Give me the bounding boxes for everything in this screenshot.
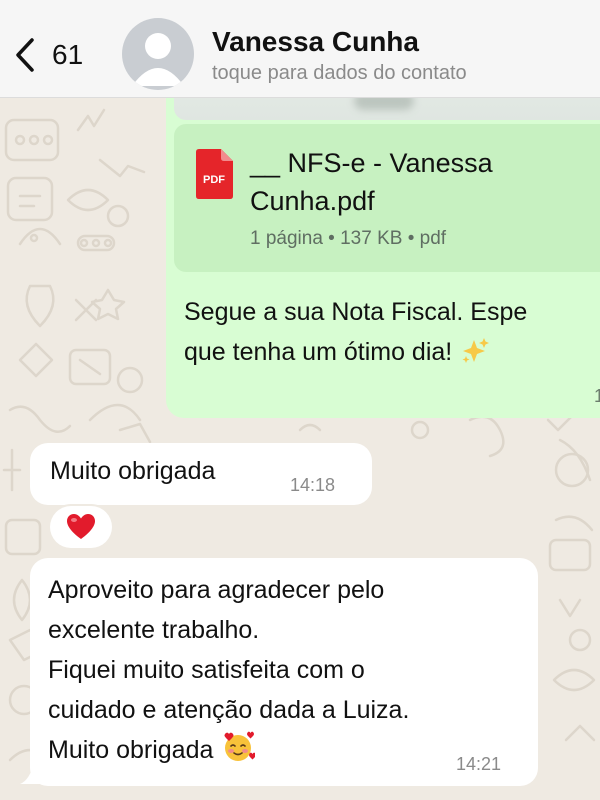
red-heart-emoji <box>67 514 95 539</box>
contact-name[interactable]: Vanessa Cunha <box>212 26 419 58</box>
outgoing-message-bubble[interactable]: PDF __ NFS-e - Vanessa Cunha.pdf 1 págin… <box>166 60 600 418</box>
svg-text:PDF: PDF <box>203 174 225 186</box>
message-time: 1 <box>594 386 600 406</box>
smiling-face-with-hearts-emoji <box>224 731 256 761</box>
pdf-attachment[interactable]: PDF __ NFS-e - Vanessa Cunha.pdf 1 págin… <box>174 124 600 272</box>
pdf-file-icon: PDF <box>196 149 233 199</box>
back-button[interactable]: 61 <box>14 34 83 76</box>
chat-header: 61 Vanessa Cunha toque para dados do con… <box>0 0 600 98</box>
incoming-message-bubble[interactable]: Aproveito para agradecer pelo excelente … <box>30 558 538 786</box>
message-time: 14:21 <box>456 754 502 774</box>
incoming-message-text: Aproveito para agradecer pelo excelente … <box>48 576 410 764</box>
avatar[interactable] <box>122 18 194 90</box>
message-reaction[interactable] <box>50 506 112 548</box>
chevron-left-icon <box>16 38 34 72</box>
incoming-message-text: Muito obrigada <box>50 457 216 485</box>
unread-count: 61 <box>52 39 84 70</box>
sparkles-emoji <box>462 338 490 363</box>
document-name: __ NFS-e - Vanessa Cunha.pdf <box>250 148 493 216</box>
contact-info-hint[interactable]: toque para dados do contato <box>212 62 467 85</box>
document-meta: 1 página • 137 KB • pdf <box>250 228 447 249</box>
message-time: 14:18 <box>290 475 336 495</box>
incoming-message-bubble[interactable]: Muito obrigada 14:18 <box>30 443 372 505</box>
outgoing-message-text: Segue a sua Nota Fiscal. Espe que tenha … <box>184 298 528 366</box>
avatar-placeholder-icon <box>132 33 184 86</box>
